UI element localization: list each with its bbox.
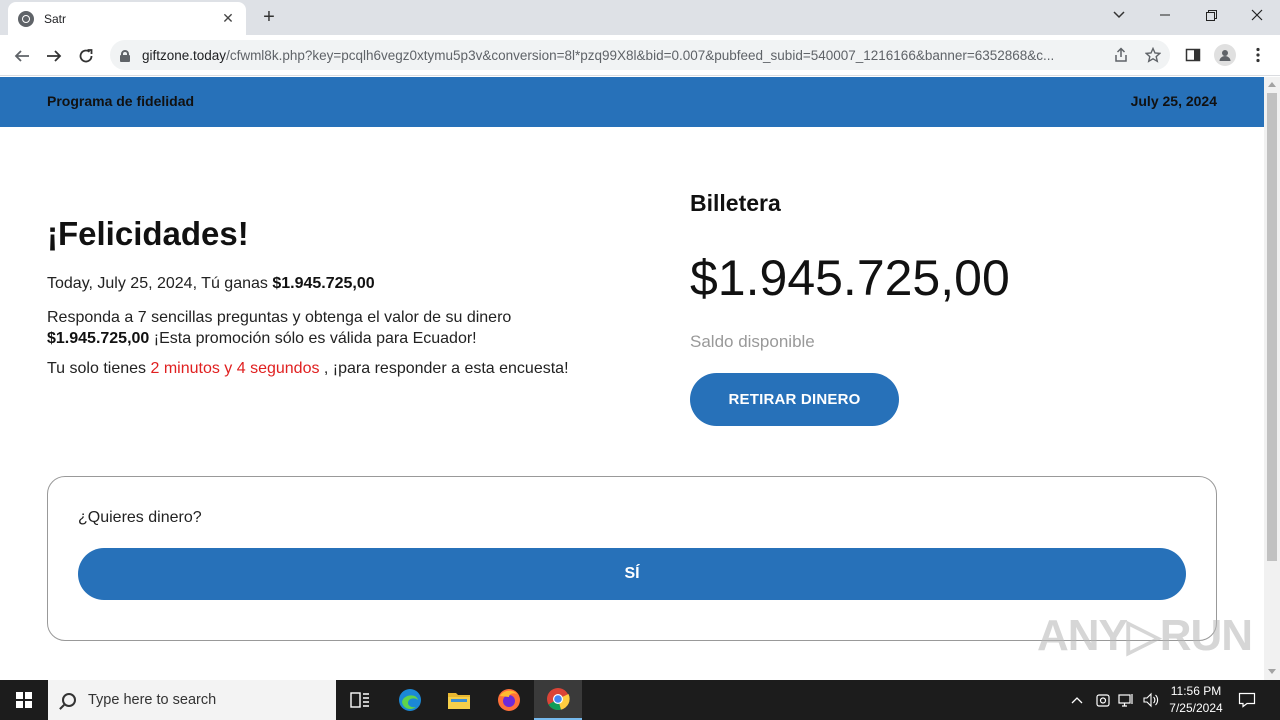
- forward-arrow-icon[interactable]: [41, 43, 67, 69]
- network-icon[interactable]: [1118, 680, 1136, 720]
- close-window-button[interactable]: [1234, 0, 1280, 30]
- tray-chevron-icon[interactable]: [1071, 680, 1083, 720]
- instructions-paragraph: Responda a 7 sencillas preguntas y obten…: [47, 309, 512, 347]
- wallet-amount: $1.945.725,00: [690, 250, 1010, 306]
- globe-icon: [18, 10, 34, 27]
- minimize-button[interactable]: [1142, 0, 1188, 30]
- wallet-balance-label: Saldo disponible: [690, 332, 815, 351]
- clock-date: 7/25/2024: [1169, 701, 1223, 715]
- scrollbar-thumb[interactable]: [1267, 93, 1277, 561]
- withdraw-button[interactable]: RETIRAR DINERO: [690, 373, 899, 426]
- reload-icon[interactable]: [73, 43, 99, 69]
- header-date: July 25, 2024: [1130, 93, 1217, 109]
- question-text: ¿Quieres dinero?: [78, 509, 202, 526]
- new-tab-button[interactable]: +: [258, 6, 280, 28]
- side-panel-icon[interactable]: [1182, 44, 1204, 66]
- file-explorer-icon[interactable]: [435, 680, 483, 720]
- meet-now-icon[interactable]: [1095, 680, 1111, 720]
- wallet-title: Billetera: [690, 190, 781, 216]
- scroll-down-arrow-icon[interactable]: [1268, 669, 1276, 674]
- search-placeholder: Type here to search: [88, 692, 217, 708]
- restore-button[interactable]: [1188, 0, 1234, 30]
- start-button[interactable]: [0, 680, 48, 720]
- address-bar[interactable]: giftzone.today/cfwml8k.php?key=pcqlh6veg…: [110, 40, 1170, 70]
- firefox-icon[interactable]: [485, 680, 533, 720]
- notifications-icon[interactable]: [1238, 680, 1256, 720]
- countdown-text: 2 minutos y 4 segundos: [150, 360, 320, 377]
- win-line: Today, July 25, 2024, Tú ganas $1.945.72…: [47, 275, 375, 292]
- tab-title: Satr: [44, 11, 67, 26]
- yes-button[interactable]: SÍ: [78, 548, 1186, 600]
- browser-toolbar: giftzone.today/cfwml8k.php?key=pcqlh6veg…: [0, 35, 1280, 76]
- edge-icon[interactable]: [386, 680, 434, 720]
- congrats-headline: ¡Felicidades!: [47, 215, 249, 252]
- share-icon[interactable]: [1113, 47, 1129, 67]
- url-text[interactable]: giftzone.today/cfwml8k.php?key=pcqlh6veg…: [142, 48, 1102, 63]
- tab-close-icon[interactable]: ✕: [220, 10, 236, 27]
- clock-time: 11:56 PM: [1170, 684, 1222, 698]
- web-page: Programa de fidelidad July 25, 2024 ¡Fel…: [0, 77, 1264, 680]
- page-scrollbar[interactable]: [1264, 77, 1280, 680]
- browser-tab[interactable]: Satr ✕: [8, 2, 246, 35]
- volume-icon[interactable]: [1142, 680, 1160, 720]
- search-icon: [62, 693, 76, 707]
- back-arrow-icon[interactable]: [9, 43, 35, 69]
- timer-line: Tu solo tienes 2 minutos y 4 segundos , …: [47, 360, 569, 377]
- anyrun-watermark: ANY▷RUN: [1037, 611, 1253, 660]
- task-view-icon[interactable]: [336, 680, 384, 720]
- star-icon[interactable]: [1144, 46, 1162, 67]
- windows-logo-icon: [16, 692, 32, 708]
- profile-icon[interactable]: [1214, 44, 1236, 66]
- scroll-up-arrow-icon[interactable]: [1268, 82, 1276, 87]
- menu-dots-icon[interactable]: [1247, 44, 1269, 66]
- tab-search-chevron-icon[interactable]: [1096, 0, 1142, 30]
- browser-tab-bar: Satr ✕ +: [0, 0, 1280, 35]
- system-clock[interactable]: 11:56 PM 7/25/2024: [1160, 683, 1232, 717]
- taskbar-search[interactable]: Type here to search: [48, 680, 336, 720]
- chrome-icon[interactable]: [534, 680, 582, 720]
- windows-taskbar: Type here to search 11:56 PM 7/25/2024: [0, 680, 1280, 720]
- brand-title: Programa de fidelidad: [47, 93, 195, 109]
- lock-icon[interactable]: [120, 49, 130, 62]
- page-header: Programa de fidelidad July 25, 2024: [0, 77, 1264, 127]
